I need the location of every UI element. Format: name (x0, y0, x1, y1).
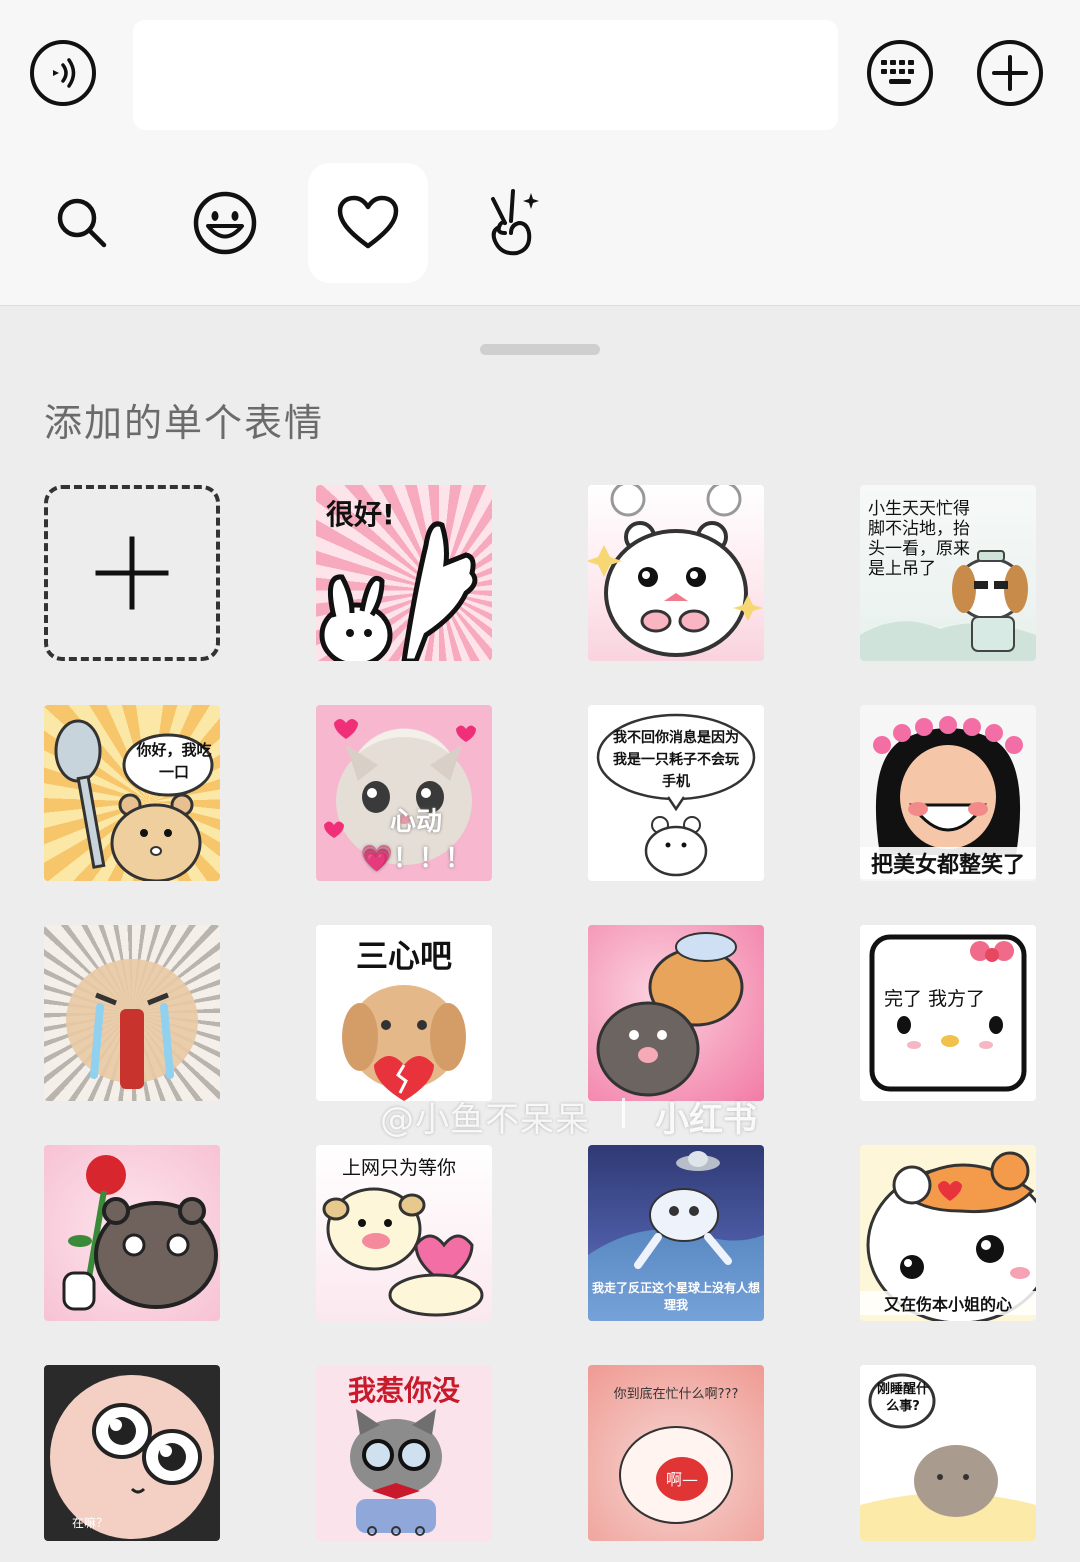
voice-input-button[interactable] (30, 40, 96, 106)
watermark-brand: 小红书 (655, 1100, 757, 1140)
sticker-item[interactable]: 我不回你消息是因为我是一只耗子不会玩手机 (588, 705, 764, 881)
sticker-item[interactable]: 上网只为等你 (316, 1145, 492, 1321)
more-actions-button[interactable] (977, 40, 1043, 106)
hamster-spoon-image (54, 719, 214, 881)
sticker-item[interactable]: 小生天天忙得脚不沾地，抬头一看，原来是上吊了 (860, 485, 1036, 661)
sticker-item[interactable]: 很好! (316, 485, 492, 661)
sticker-item[interactable]: 你好，我吃一口 (44, 705, 220, 881)
plus-icon (992, 55, 1028, 91)
message-input[interactable] (133, 20, 838, 130)
sticker-item[interactable] (588, 925, 764, 1101)
sticker-item[interactable]: 我惹你没 (316, 1365, 492, 1541)
hamtaro-image (866, 1151, 1036, 1321)
kitten-hearts-image (324, 719, 476, 865)
mouth-text: 啊— (666, 1470, 698, 1489)
sticker-item[interactable]: 刚睡醒什么事? (860, 1365, 1036, 1541)
sticker-item[interactable]: 把美女都整笑了 (860, 705, 1036, 881)
dog-fan-image (860, 550, 1036, 661)
teary-eyes-cat-image (50, 1375, 214, 1539)
crying-hamster-image (66, 959, 198, 1089)
keyboard-icon (881, 60, 914, 84)
sticker-item[interactable]: 心动💗！！！ (316, 705, 492, 881)
sticker-item[interactable]: 我走了反正这个星球上没有人想理我 (588, 1145, 764, 1321)
heart-icon (337, 195, 399, 249)
voice-icon (53, 58, 76, 88)
sticker-item[interactable] (588, 485, 764, 661)
watermark-separator (622, 1098, 625, 1128)
puppy-broken-heart-image (342, 985, 466, 1101)
sticker-item[interactable] (44, 1145, 220, 1321)
tab-gestures[interactable] (451, 163, 571, 283)
section-title: 添加的单个表情 (44, 401, 325, 445)
sticker-item[interactable]: 你到底在忙什么啊??? 啊— (588, 1365, 764, 1541)
sticker-item[interactable]: 又在伤本小姐的心 (860, 1145, 1036, 1321)
add-sticker-button[interactable] (44, 485, 220, 661)
tab-favorites[interactable] (308, 163, 428, 283)
search-icon (57, 198, 107, 248)
hamster-rose-image (62, 1155, 218, 1311)
kitty-face-image (869, 934, 1027, 1092)
speech-bubble-mouse-image (596, 713, 756, 877)
two-hamsters-image (596, 932, 744, 1097)
plus-icon (95, 536, 169, 610)
smiley-icon (193, 191, 257, 255)
sleepy-puppy-image (860, 1373, 1036, 1541)
shouting-creature-image: 啊— (619, 1426, 733, 1524)
gesture-icon (491, 189, 539, 256)
laughing-girl-image (873, 716, 1023, 855)
sticker-item[interactable]: 在嘛？ (44, 1365, 220, 1541)
cat-glasses-image (350, 1409, 442, 1536)
watermark: @小鱼不呆呆 (380, 1100, 590, 1140)
space-cat-image (588, 1151, 764, 1321)
tab-search[interactable] (22, 163, 142, 283)
emoji-tab-bar (0, 150, 1080, 306)
sticker-item[interactable]: 完了 我方了 (860, 925, 1036, 1101)
panel-drag-handle[interactable] (480, 344, 600, 355)
input-toolbar (0, 0, 1080, 150)
keyboard-button[interactable] (867, 40, 933, 106)
bunny-thumbs-up-image (319, 521, 478, 661)
puppy-heart-image (322, 1187, 484, 1317)
bear-face-image (588, 485, 763, 657)
sticker-item[interactable] (44, 925, 220, 1101)
tab-emoji[interactable] (165, 163, 285, 283)
sticker-item[interactable]: 三心吧 (316, 925, 492, 1101)
